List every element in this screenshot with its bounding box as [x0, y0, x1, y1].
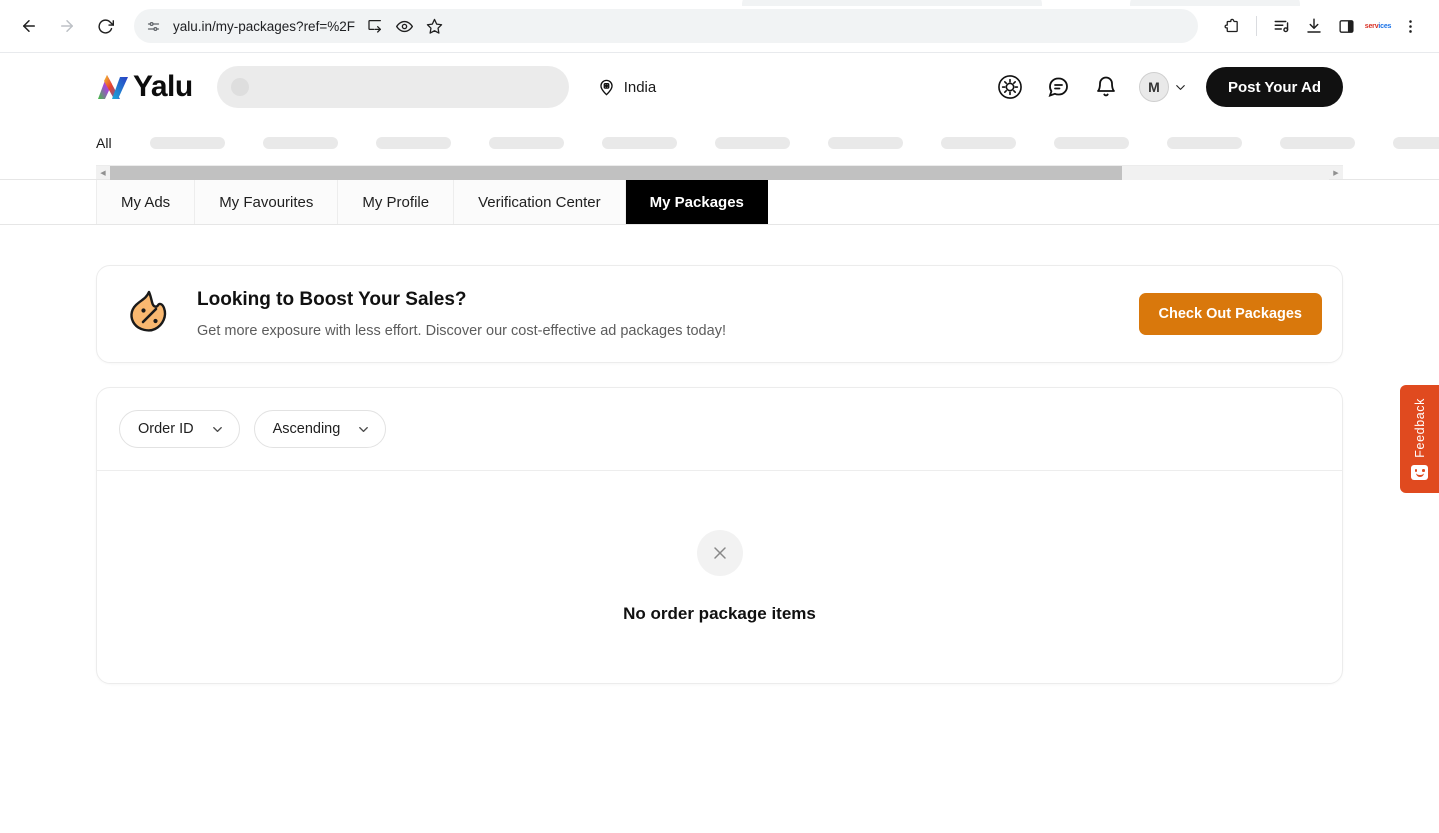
category-skeleton-pill	[940, 137, 1016, 149]
header-actions: M Post Your Ad	[995, 67, 1343, 107]
category-skeleton-pill	[149, 137, 225, 149]
discount-flame-icon	[130, 290, 167, 332]
category-skeleton-list	[149, 137, 1439, 149]
search-input[interactable]	[216, 66, 569, 108]
brand-logo[interactable]: Yalu	[96, 70, 193, 104]
main-content: Looking to Boost Your Sales? Get more ex…	[0, 225, 1439, 684]
toolbar-divider	[1256, 16, 1257, 36]
ext-red-line2: ices	[1378, 22, 1392, 30]
avatar: M	[1138, 72, 1169, 102]
scrollbar-track[interactable]	[110, 165, 1329, 180]
chat-icon[interactable]	[1043, 72, 1073, 102]
category-skeleton-pill	[1392, 137, 1439, 149]
category-skeleton-pill	[601, 137, 677, 149]
category-skeleton-pill	[1166, 137, 1242, 149]
chevron-down-icon	[1176, 84, 1185, 90]
promo-subtitle: Get more exposure with less effort. Disc…	[197, 323, 726, 339]
category-skeleton-pill	[375, 137, 451, 149]
forward-button[interactable]	[52, 11, 82, 41]
tab-my-ads[interactable]: My Ads	[96, 180, 196, 224]
yalu-mark-icon	[98, 75, 128, 99]
feedback-label: Feedback	[1412, 397, 1427, 458]
sort-direction-select[interactable]: Ascending	[253, 410, 387, 448]
chevron-down-icon	[356, 422, 371, 437]
sort-field-value: Order ID	[138, 421, 194, 437]
empty-state: No order package items	[97, 471, 1342, 683]
ext-red-line1: serv	[1364, 22, 1379, 30]
brand-name: Yalu	[133, 70, 193, 103]
tab-verification-center[interactable]: Verification Center	[454, 180, 626, 224]
location-selector[interactable]: India	[597, 78, 657, 97]
location-pin-icon	[599, 79, 613, 96]
category-skeleton-pill	[1053, 137, 1129, 149]
chrome-menu-icon[interactable]	[1395, 11, 1425, 41]
site-header: Yalu India M Post Your Ad	[0, 53, 1439, 121]
feedback-tab[interactable]: Feedback	[1400, 385, 1439, 493]
chevron-down-icon	[210, 422, 225, 437]
category-skeleton-pill	[827, 137, 903, 149]
scroll-left-arrow-icon[interactable]: ◀	[96, 166, 110, 180]
playlist-icon[interactable]	[1267, 11, 1297, 41]
side-panel-icon[interactable]	[1331, 11, 1361, 41]
browser-toolbar: yalu.in/my-packages?ref=%2F services	[0, 0, 1439, 53]
downloads-icon[interactable]	[1299, 11, 1329, 41]
reload-button[interactable]	[90, 11, 120, 41]
search-icon-placeholder	[230, 78, 249, 96]
scroll-right-arrow-icon[interactable]: ▶	[1329, 166, 1343, 180]
close-icon	[696, 530, 743, 576]
account-tabs: My Ads My Favourites My Profile Verificatio…	[0, 180, 1439, 225]
tab-my-profile[interactable]: My Profile	[338, 180, 455, 224]
tab-my-favourites[interactable]: My Favourites	[195, 180, 339, 224]
back-button[interactable]	[14, 11, 44, 41]
site-settings-icon[interactable]	[146, 19, 161, 34]
tab-strip-remnant-2	[1130, 0, 1300, 6]
check-out-packages-button[interactable]: Check Out Packages	[1138, 293, 1322, 335]
promo-title: Looking to Boost Your Sales?	[197, 289, 467, 310]
tab-my-packages[interactable]: My Packages	[625, 180, 768, 224]
scrollbar-thumb[interactable]	[110, 165, 1122, 180]
theme-toggle-icon[interactable]	[995, 72, 1025, 102]
category-skeleton-pill	[262, 137, 338, 149]
packages-list-card: Order ID Ascending No order package item…	[96, 387, 1343, 684]
address-bar[interactable]: yalu.in/my-packages?ref=%2F	[134, 9, 1198, 43]
promo-banner: Looking to Boost Your Sales? Get more ex…	[96, 265, 1343, 363]
red-extension-icon[interactable]: services	[1363, 11, 1393, 41]
notifications-bell-icon[interactable]	[1091, 72, 1121, 102]
category-all[interactable]: All	[96, 135, 112, 151]
smiley-face-icon	[1411, 465, 1428, 481]
empty-state-message: No order package items	[623, 604, 816, 623]
install-app-icon[interactable]	[361, 12, 389, 40]
eye-icon[interactable]	[391, 12, 419, 40]
sort-field-select[interactable]: Order ID	[119, 410, 240, 448]
category-skeleton-pill	[1279, 137, 1355, 149]
account-menu[interactable]: M	[1138, 72, 1188, 102]
bookmark-star-icon[interactable]	[421, 12, 449, 40]
location-label: India	[623, 78, 657, 96]
category-nav: All	[0, 121, 1439, 165]
category-skeleton-pill	[714, 137, 790, 149]
category-scrollbar[interactable]: ◀ ▶	[96, 165, 1343, 180]
url-text: yalu.in/my-packages?ref=%2F	[173, 18, 355, 34]
category-skeleton-pill	[488, 137, 564, 149]
sort-direction-value: Ascending	[272, 421, 341, 437]
extensions-icon[interactable]	[1216, 11, 1246, 41]
post-your-ad-button[interactable]: Post Your Ad	[1205, 67, 1343, 107]
filters-bar: Order ID Ascending	[97, 388, 1342, 471]
tab-strip-remnant	[742, 0, 1042, 6]
